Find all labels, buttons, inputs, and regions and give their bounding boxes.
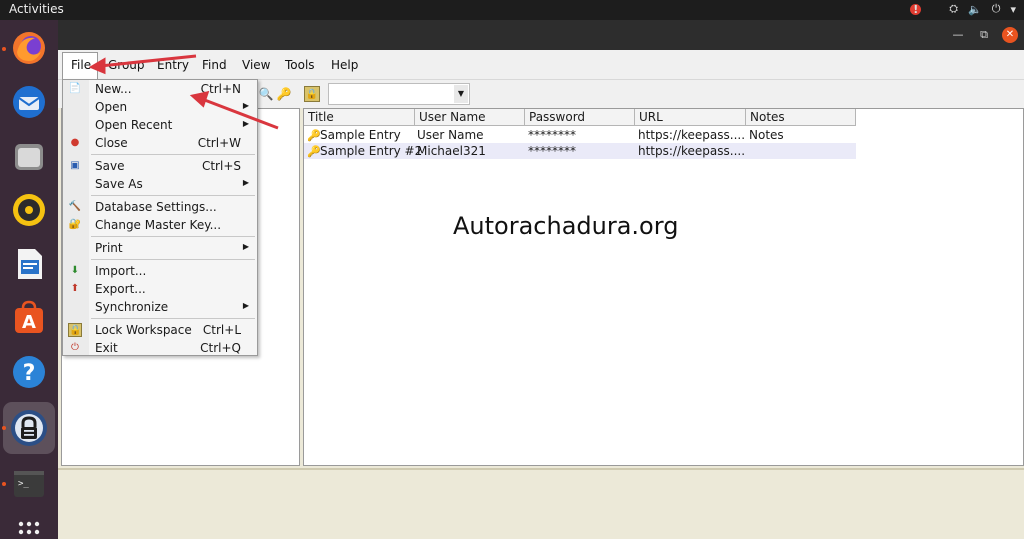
arrow-head (189, 90, 210, 108)
arrow-head (88, 57, 106, 75)
arrow-to-file-menu (99, 54, 197, 68)
arrow-to-new-item (201, 97, 279, 130)
annotation-arrows (88, 54, 279, 130)
